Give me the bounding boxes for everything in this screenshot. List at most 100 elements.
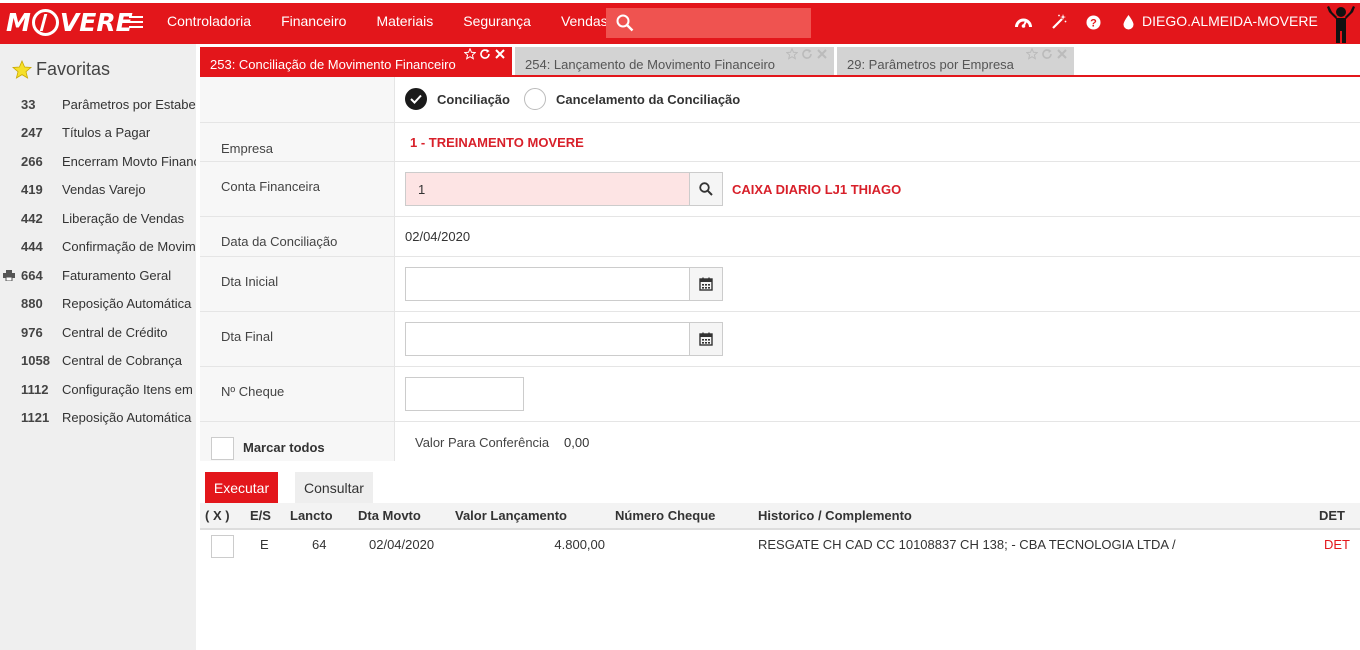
marcar-todos-row: Marcar todos Valor Para Conferência 0,00 — [200, 422, 1360, 461]
calendar-icon — [699, 332, 713, 346]
refresh-icon[interactable] — [1041, 48, 1053, 60]
top-strip — [0, 0, 1360, 3]
det-link[interactable]: DET — [1324, 531, 1350, 558]
menu-seguranca[interactable]: Segurança — [448, 0, 546, 44]
refresh-icon[interactable] — [801, 48, 813, 60]
menu-financeiro[interactable]: Financeiro — [266, 0, 361, 44]
sidebar-item[interactable]: 976 Central de Crédito — [0, 318, 196, 347]
dta-final-input[interactable] — [405, 322, 691, 356]
dashboard-icon[interactable] — [1012, 11, 1035, 33]
sidebar-item[interactable]: 1121 Reposição Automática — [0, 404, 196, 433]
dta-inicial-input[interactable] — [405, 267, 691, 301]
menu-controladoria[interactable]: Controladoria — [152, 0, 266, 44]
sidebar-item-label: Confirmação de Movimento — [62, 239, 196, 255]
sidebar-item-label: Liberação de Vendas — [62, 210, 185, 226]
radio-cancelamento[interactable]: Cancelamento da Conciliação — [524, 88, 740, 110]
sidebar-item[interactable]: 664 Faturamento Geral — [0, 261, 196, 290]
calendar-icon — [699, 277, 713, 291]
svg-text:?: ? — [1090, 17, 1097, 29]
conta-search-button[interactable] — [689, 172, 723, 206]
conta-label: Conta Financeira — [221, 179, 320, 194]
sidebar-item[interactable]: 1112 Configuração Itens em — [0, 375, 196, 404]
menu-materiais[interactable]: Materiais — [361, 0, 448, 44]
sidebar-item-label: Reposição Automática — [62, 296, 192, 312]
user-menu[interactable]: DIEGO.ALMEIDA-MOVERE — [1142, 0, 1318, 42]
tab-actions — [786, 48, 828, 60]
dta-inicial-label: Dta Inicial — [221, 274, 279, 289]
star-outline-icon[interactable] — [1026, 48, 1038, 60]
cell-historico: RESGATE CH CAD CC 10108837 CH 138; - CBA… — [758, 537, 1176, 552]
sidebar-item-label: Central de Cobrança — [62, 353, 182, 369]
cheque-label: Nº Cheque — [221, 384, 285, 399]
cheque-row: Nº Cheque — [200, 367, 1360, 422]
consultar-button[interactable]: Consultar — [295, 472, 373, 503]
dta-final-calendar-button[interactable] — [689, 322, 723, 356]
sidebar-item[interactable]: 444 Confirmação de Movimento — [0, 233, 196, 262]
tab-bar: 253: Conciliação de Movimento Financeiro… — [200, 47, 1077, 76]
sidebar-item-code: 1121 — [21, 410, 50, 426]
conta-financeira-input[interactable] — [405, 172, 691, 206]
close-icon[interactable] — [816, 48, 828, 60]
marcar-todos-checkbox[interactable] — [211, 437, 234, 460]
cell-lancto: 64 — [312, 537, 327, 552]
col-numero-cheque: Número Cheque — [615, 508, 716, 523]
search-icon — [616, 14, 634, 32]
valor-conferencia-label: Valor Para Conferência — [415, 435, 550, 450]
marcar-todos-label: Marcar todos — [243, 440, 325, 455]
movere-logo[interactable]: M VERE — [6, 6, 133, 38]
sidebar-item-label: Encerram Movto Financeiro — [62, 153, 196, 169]
close-icon[interactable] — [1056, 48, 1068, 60]
dta-inicial-calendar-button[interactable] — [689, 267, 723, 301]
radio-conciliacao[interactable]: Conciliação — [405, 88, 510, 110]
sidebar-item[interactable]: 33 Parâmetros por Estabelecimento — [0, 90, 196, 119]
hamburger-menu-icon[interactable] — [129, 13, 143, 29]
sidebar-item-label: Parâmetros por Estabelecimento — [62, 96, 196, 112]
user-avatar-icon[interactable] — [1326, 4, 1356, 44]
sidebar-item[interactable]: 266 Encerram Movto Financeiro — [0, 147, 196, 176]
sidebar-item-label: Central de Crédito — [62, 324, 168, 340]
col-lancto: Lancto — [290, 508, 333, 523]
cheque-input[interactable] — [405, 377, 524, 411]
sidebar-item-code: 1112 — [21, 381, 49, 397]
star-outline-icon[interactable] — [786, 48, 798, 60]
search-icon — [699, 182, 713, 196]
col-historico: Historico / Complemento — [758, 508, 912, 523]
sidebar-item-code: 419 — [21, 182, 43, 198]
help-icon[interactable]: ? — [1082, 11, 1105, 33]
table-row: E 64 02/04/2020 4.800,00 RESGATE CH CAD … — [200, 531, 1360, 561]
dta-inicial-row: Dta Inicial — [200, 257, 1360, 312]
sidebar-item-label: Títulos a Pagar — [62, 125, 151, 141]
sidebar-item-code: 33 — [21, 96, 36, 112]
dta-final-label: Dta Final — [221, 329, 274, 344]
sidebar-item[interactable]: 247 Títulos a Pagar — [0, 119, 196, 148]
executar-button[interactable]: Executar — [205, 472, 278, 503]
sidebar-item[interactable]: 442 Liberação de Vendas — [0, 204, 196, 233]
empresa-row: Empresa 1 - TREINAMENTO MOVERE — [200, 123, 1360, 162]
tab-1[interactable]: 253: Conciliação de Movimento Financeiro — [200, 47, 512, 76]
star-outline-icon[interactable] — [464, 48, 476, 60]
star-icon — [12, 59, 32, 79]
search-input[interactable] — [640, 15, 800, 31]
sidebar-item[interactable]: 1058 Central de Cobrança — [0, 347, 196, 376]
close-icon[interactable] — [494, 48, 506, 60]
favorites-list: 33 Parâmetros por Estabelecimento 247 Títul… — [0, 90, 196, 432]
tab-2[interactable]: 254: Lançamento de Movimento Financeiro — [515, 47, 834, 76]
sidebar-item[interactable]: 880 Reposição Automática — [0, 290, 196, 319]
conta-description: CAIXA DIARIO LJ1 THIAGO — [732, 182, 902, 197]
refresh-icon[interactable] — [479, 48, 491, 60]
drop-icon[interactable] — [1117, 11, 1140, 33]
mode-row: Conciliação Cancelamento da Conciliação — [200, 77, 1360, 123]
dta-final-row: Dta Final — [200, 312, 1360, 367]
col-det: DET — [1319, 508, 1345, 523]
radio-unchecked-icon — [524, 88, 546, 110]
magic-wand-icon[interactable] — [1047, 11, 1070, 33]
row-select-checkbox[interactable] — [211, 535, 234, 558]
search-box — [606, 8, 811, 38]
tab-actions — [1026, 48, 1068, 60]
cell-es: E — [260, 537, 269, 552]
tab-label: 29: Parâmetros por Empresa — [847, 57, 1014, 72]
sidebar-item[interactable]: 419 Vendas Varejo — [0, 176, 196, 205]
tab-3[interactable]: 29: Parâmetros por Empresa — [837, 47, 1074, 76]
radio-cancelamento-label: Cancelamento da Conciliação — [556, 91, 741, 107]
sidebar-item-code: 247 — [21, 125, 43, 141]
